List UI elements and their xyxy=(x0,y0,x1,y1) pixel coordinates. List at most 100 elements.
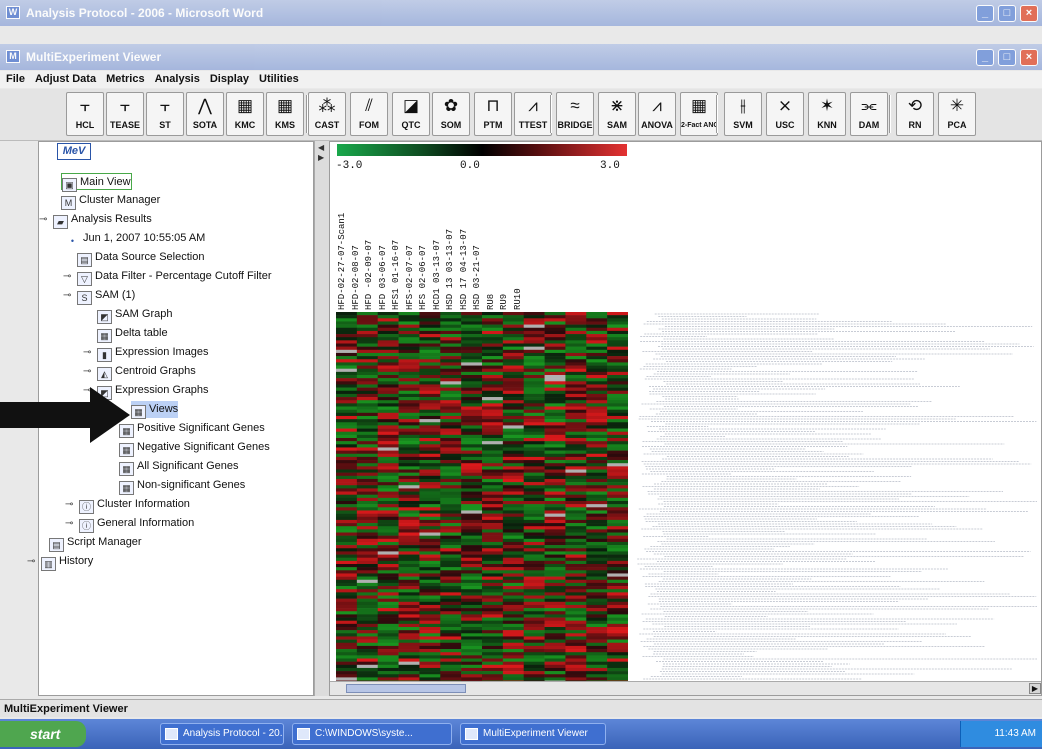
word-icon xyxy=(165,728,178,740)
taskbar-item-mev[interactable]: MultiExperiment Viewer xyxy=(460,723,606,745)
menu-file[interactable]: File xyxy=(6,71,25,88)
tree-item-label: SAM Graph xyxy=(115,308,173,320)
toolbar-rn-button[interactable]: ⟲ RN xyxy=(896,92,934,136)
scroll-thumb[interactable] xyxy=(346,684,466,693)
menu-metrics[interactable]: Metrics xyxy=(106,71,145,88)
toolbar-fom-button[interactable]: ⫽ FOM xyxy=(350,92,388,136)
sample-label: HFS1 01-16-07 xyxy=(391,239,401,310)
heatmap-cell xyxy=(440,586,462,590)
taskbar-item-console[interactable]: C:\WINDOWS\syste... xyxy=(292,723,452,745)
toolbar-2-fact-anova-button[interactable]: ▦2-Fact ANOVA xyxy=(680,92,718,136)
heatmap-cell xyxy=(356,655,379,659)
heatmap-cell xyxy=(482,412,504,417)
tree-expand-toggle-icon[interactable]: ⊸ xyxy=(65,519,75,529)
tree-item-non-significant-genes[interactable]: ▦ Non-significant Genes xyxy=(119,477,245,495)
tree-item-general-information[interactable]: ⓘ General Information xyxy=(79,515,194,533)
taskbar-item-word[interactable]: Analysis Protocol - 20... xyxy=(160,723,284,745)
toolbar-bridge-button[interactable]: ≈ BRIDGE xyxy=(556,92,594,136)
heatmap-cell xyxy=(336,620,358,625)
heatmap-cell xyxy=(461,431,483,436)
heatmap-cell xyxy=(502,472,525,477)
toolbar-cast-button[interactable]: ⁂ CAST xyxy=(308,92,346,136)
tree-item-data-filter-percentage-cutoff-filter[interactable]: ▽ Data Filter - Percentage Cutoff Filter xyxy=(77,268,271,286)
tree-expand-toggle-icon[interactable]: ⊸ xyxy=(63,272,73,282)
tree-item-expression-images[interactable]: ▮ Expression Images xyxy=(97,344,209,362)
tree-expand-toggle-icon[interactable]: ⊸ xyxy=(63,291,73,301)
tree-item-sam-1[interactable]: S SAM (1) xyxy=(77,287,135,305)
toolbar-knn-button[interactable]: ✶ KNN xyxy=(808,92,846,136)
menu-display[interactable]: Display xyxy=(210,71,249,88)
close-button[interactable]: × xyxy=(1020,5,1038,22)
toolbar-tease-button[interactable]: ⫟ TEASE xyxy=(106,92,144,136)
heatmap-cell xyxy=(544,352,566,357)
minimize-button[interactable]: _ xyxy=(976,49,994,66)
toolbar-dam-button[interactable]: ⫘ DAM xyxy=(850,92,888,136)
tree-item-negative-significant-genes[interactable]: ▦ Negative Significant Genes xyxy=(119,439,270,457)
heatmap-cell xyxy=(398,444,420,448)
menu-adjust-data[interactable]: Adjust Data xyxy=(35,71,96,88)
toolbar-anova-button[interactable]: ⩘ ANOVA xyxy=(638,92,676,136)
split-pane-divider[interactable]: ◀ ▶ xyxy=(314,141,329,696)
heatmap-cell xyxy=(356,601,379,606)
tree-item-sam-graph[interactable]: ◩ SAM Graph xyxy=(97,306,173,324)
tree-item-data-source-selection[interactable]: ▤ Data Source Selection xyxy=(77,249,204,267)
heatmap-cell xyxy=(377,658,399,662)
menu-utilities[interactable]: Utilities xyxy=(259,71,299,88)
toolbar-som-button[interactable]: ✿ SOM xyxy=(432,92,470,136)
tree-item-positive-significant-genes[interactable]: ▦ Positive Significant Genes xyxy=(119,420,265,438)
heatmap-cell xyxy=(461,359,483,363)
tree-item-label: Cluster Manager xyxy=(79,194,161,206)
tree-item-analysis-results[interactable]: ▰ Analysis Results xyxy=(53,211,152,229)
heatmap-cell xyxy=(565,359,587,363)
maximize-button[interactable]: □ xyxy=(998,5,1016,22)
horizontal-scrollbar[interactable]: ▶ xyxy=(330,681,1041,695)
tree-item-views[interactable]: ▦ Views xyxy=(131,401,179,419)
toolbar-st-button[interactable]: ⫟ ST xyxy=(146,92,184,136)
toolbar-kmc-button[interactable]: ▦ KMC xyxy=(226,92,264,136)
start-button[interactable]: start xyxy=(0,721,86,747)
tree-item-centroid-graphs[interactable]: ◭ Centroid Graphs xyxy=(97,363,196,381)
tree-expand-toggle-icon[interactable]: ⊸ xyxy=(27,557,37,567)
collapse-right-icon[interactable]: ▶ xyxy=(318,153,324,162)
toolbar-sota-button[interactable]: ⋀ SOTA xyxy=(186,92,224,136)
tree-expand-toggle-icon[interactable]: ⊸ xyxy=(83,348,93,358)
heatmap-cell xyxy=(440,579,462,584)
heatmap-cell xyxy=(482,545,504,549)
toolbar-svm-button[interactable]: ⫲ SVM xyxy=(724,92,762,136)
pointer-arrow xyxy=(0,387,130,443)
toolbar-hcl-button[interactable]: ⫟ HCL xyxy=(66,92,104,136)
toolbar-pca-button[interactable]: ✳ PCA xyxy=(938,92,976,136)
toolbar-ptm-button[interactable]: ⊓ PTM xyxy=(474,92,512,136)
tree-item-cluster-information[interactable]: ⓘ Cluster Information xyxy=(79,496,190,514)
heatmap-cell xyxy=(523,441,545,445)
close-button[interactable]: × xyxy=(1020,49,1038,66)
toolbar-sam-button[interactable]: ⋇ SAM xyxy=(598,92,636,136)
tree-item-cluster-manager[interactable]: M Cluster Manager xyxy=(61,192,161,210)
toolbar-qtc-button[interactable]: ◪ QTC xyxy=(392,92,430,136)
heatmap-cell xyxy=(565,661,587,666)
toolbar-kms-button[interactable]: ▦ KMS xyxy=(266,92,304,136)
menu-analysis[interactable]: Analysis xyxy=(155,71,200,88)
heatmap-cell xyxy=(336,400,358,404)
collapse-left-icon[interactable]: ◀ xyxy=(318,143,324,152)
scroll-right-icon[interactable]: ▶ xyxy=(1029,683,1041,694)
tree-expand-toggle-icon[interactable]: ⊸ xyxy=(65,500,75,510)
tree-expand-toggle-icon[interactable]: ⊸ xyxy=(83,367,93,377)
heatmap-cell xyxy=(482,419,504,423)
maximize-button[interactable]: □ xyxy=(998,49,1016,66)
minimize-button[interactable]: _ xyxy=(976,5,994,22)
heatmap-cell xyxy=(461,639,483,644)
expression-heatmap[interactable] xyxy=(336,312,628,690)
tree-expand-toggle-icon[interactable]: ⊸ xyxy=(39,215,49,225)
tree-item-delta-table[interactable]: ▦ Delta table xyxy=(97,325,168,343)
toolbar-ttest-button[interactable]: ⩘ TTEST xyxy=(514,92,552,136)
tree-item-jun-1-2007-10-55-05-am[interactable]: • Jun 1, 2007 10:55:05 AM xyxy=(65,230,205,247)
tree-item-history[interactable]: ▥ History xyxy=(41,553,93,571)
toolbar-usc-button[interactable]: ⨯ USC xyxy=(766,92,804,136)
heatmap-cell xyxy=(523,645,545,650)
tree-item-main-view[interactable]: ▣ Main View xyxy=(61,173,132,192)
tree-item-script-manager[interactable]: ▤ Script Manager xyxy=(49,534,142,552)
heatmap-cell xyxy=(440,507,462,511)
tree-item-all-significant-genes[interactable]: ▦ All Significant Genes xyxy=(119,458,239,476)
tree-root-mev[interactable]: MeV xyxy=(57,143,91,160)
